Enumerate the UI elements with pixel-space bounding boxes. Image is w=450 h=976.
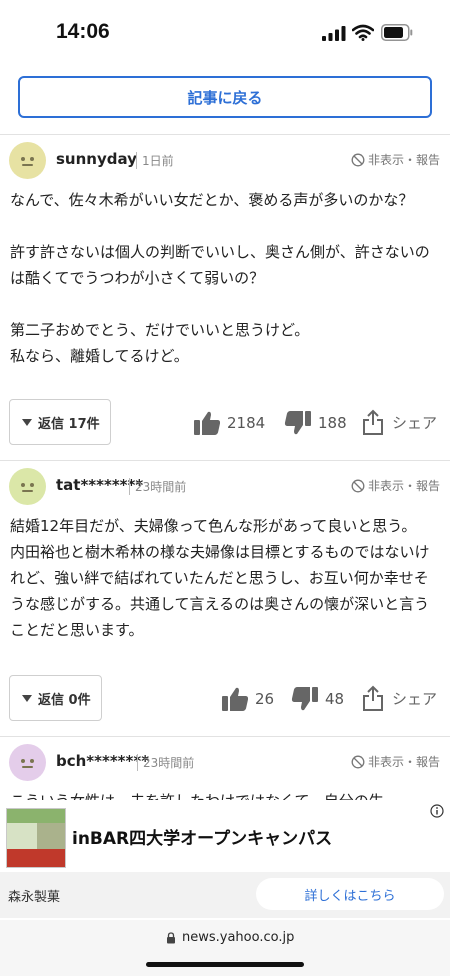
like-button[interactable]: 2184 [193,410,265,436]
comment-actions: 返信 0件 26 48 シェア [0,675,450,721]
like-count: 26 [255,690,275,708]
reply-count-label: 返信 0件 [38,692,91,708]
wifi-icon [352,24,374,41]
comment-body: 結婚12年目だが、夫婦像って色んな形があって良いと思う。 内田裕也と樹木希林の様… [10,517,430,639]
share-label: シェア [392,413,438,432]
reply-count-label: 返信 17件 [38,416,100,432]
divider [0,460,450,461]
dislike-button[interactable]: 48 [291,686,344,712]
comment-actions: 返信 17件 2184 188 シェア [0,399,450,445]
cellular-signal-icon [322,26,346,41]
ad-info-icon[interactable] [430,804,444,818]
thumbs-up-icon [222,687,249,711]
comment-body: なんで、佐々木希がいい女だとか、褒める声が多いのかな？ 許す許さないは個人の判断… [10,191,430,365]
thumbs-down-icon [291,687,318,711]
dislike-count: 188 [318,414,347,432]
ad-footer: 森永製菓 詳しくはこちら [0,872,450,918]
ad-thumbnail[interactable] [6,808,66,868]
hide-report-label: 非表示・報告 [367,153,440,167]
prohibit-icon [351,755,365,768]
battery-icon [381,24,413,41]
hide-report-label: 非表示・報告 [367,755,440,769]
comment-item: sunnyday 1日前 非表示・報告 なんで、佐々木希がいい女だとか、褒める声… [0,142,450,456]
ad-advertiser: 森永製菓 [8,890,61,905]
ad-banner[interactable]: inBAR四大学オープンキャンパス 森永製菓 詳しくはこちら [0,800,450,920]
caret-down-icon [22,418,32,426]
dislike-count: 48 [325,690,345,708]
avatar[interactable] [9,142,46,179]
status-time: 14:06 [56,20,110,43]
prohibit-icon [351,153,365,166]
like-count: 2184 [227,414,266,432]
comment-username[interactable]: bch******** [56,752,149,770]
home-indicator[interactable] [146,962,304,967]
dislike-button[interactable]: 188 [284,410,347,436]
browser-address-bar[interactable]: news.yahoo.co.jp [0,920,450,976]
back-to-article-button[interactable]: 記事に戻る [18,76,432,118]
share-icon [363,409,383,435]
ad-cta-button[interactable]: 詳しくはこちら [256,878,444,910]
share-label: シェア [392,689,438,708]
comment-header: tat******** 23時間前 非表示・報告 [0,468,450,508]
reply-toggle-button[interactable]: 返信 0件 [9,675,102,721]
comment-header: bch******** 23時間前 非表示・報告 [0,744,450,784]
avatar[interactable] [9,468,46,505]
comment-time: 1日前 [136,152,174,169]
hide-report-link[interactable]: 非表示・報告 [351,477,440,494]
hide-report-link[interactable]: 非表示・報告 [351,753,440,770]
comment-item: tat******** 23時間前 非表示・報告 結婚12年目だが、夫婦像って色… [0,468,450,734]
divider [0,134,450,135]
share-button[interactable]: シェア [362,685,437,711]
prohibit-icon [351,479,365,492]
avatar[interactable] [9,744,46,781]
comment-username[interactable]: sunnyday [56,150,137,168]
caret-down-icon [22,694,32,702]
divider [0,736,450,737]
share-icon [363,685,383,711]
hide-report-label: 非表示・報告 [367,479,440,493]
comment-body-partial: こういう女性は、夫を許したわけではなくて、自分の生 [10,788,450,800]
thumbs-up-icon [194,411,221,435]
lock-icon [167,932,175,944]
share-button[interactable]: シェア [362,409,437,435]
status-bar: 14:06 [0,0,450,62]
hide-report-link[interactable]: 非表示・報告 [351,151,440,168]
reply-toggle-button[interactable]: 返信 17件 [9,399,111,445]
ad-content[interactable]: inBAR四大学オープンキャンパス [0,800,450,872]
url-text[interactable]: news.yahoo.co.jp [182,930,294,945]
comment-time: 23時間前 [129,478,186,495]
comment-time: 23時間前 [137,754,194,771]
comment-header: sunnyday 1日前 非表示・報告 [0,142,450,182]
ad-title[interactable]: inBAR四大学オープンキャンパス [72,824,332,849]
like-button[interactable]: 26 [221,686,274,712]
thumbs-down-icon [284,411,311,435]
